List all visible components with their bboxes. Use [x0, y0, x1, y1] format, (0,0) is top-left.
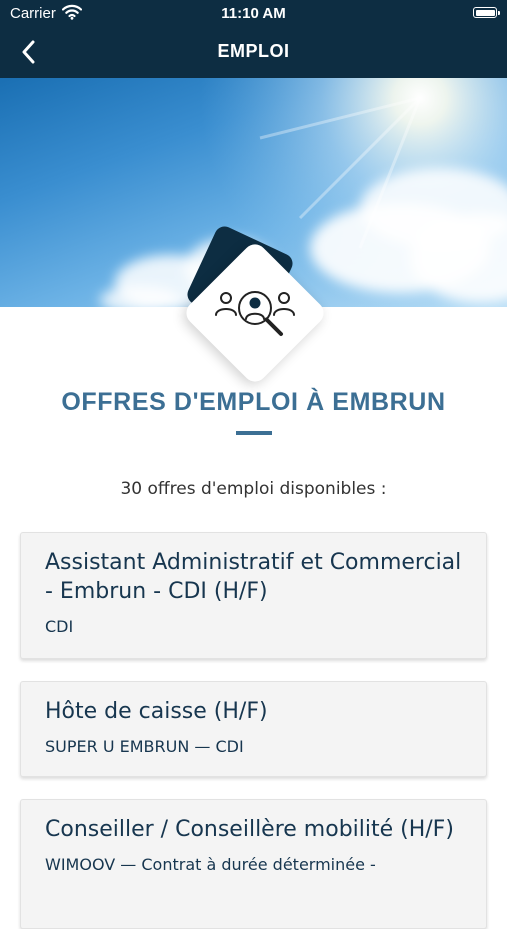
job-title: Hôte de caisse (H/F): [45, 699, 268, 724]
page-title: EMPLOI: [217, 41, 290, 61]
heading-divider: [236, 431, 272, 435]
job-subtitle: WIMOOV — Contrat à durée déterminée -: [45, 855, 376, 874]
offers-count: 30 offres d'emploi disponibles :: [120, 479, 387, 499]
battery-icon: [473, 7, 500, 18]
battery-level: [475, 9, 495, 16]
job-title: Conseiller / Conseillère mobilité (H/F): [45, 817, 454, 842]
job-card[interactable]: Conseiller / Conseillère mobilité (H/F) …: [20, 799, 487, 929]
status-bar: Carrier 11:10 AM: [0, 0, 507, 28]
job-subtitle: CDI: [45, 617, 74, 636]
job-card[interactable]: Assistant Administratif et Commercial - …: [20, 532, 487, 659]
job-title: Assistant Administratif et Commercial - …: [45, 550, 462, 604]
job-subtitle: SUPER U EMBRUN — CDI: [45, 737, 244, 756]
navigation-bar: Carrier 11:10 AM EMPLOI: [0, 0, 507, 78]
section-heading: OFFRES D'EMPLOI À EMBRUN: [61, 388, 446, 416]
people-search-icon: [215, 291, 295, 336]
status-time: 11:10 AM: [221, 5, 286, 22]
job-card[interactable]: Hôte de caisse (H/F) SUPER U EMBRUN — CD…: [20, 681, 487, 777]
